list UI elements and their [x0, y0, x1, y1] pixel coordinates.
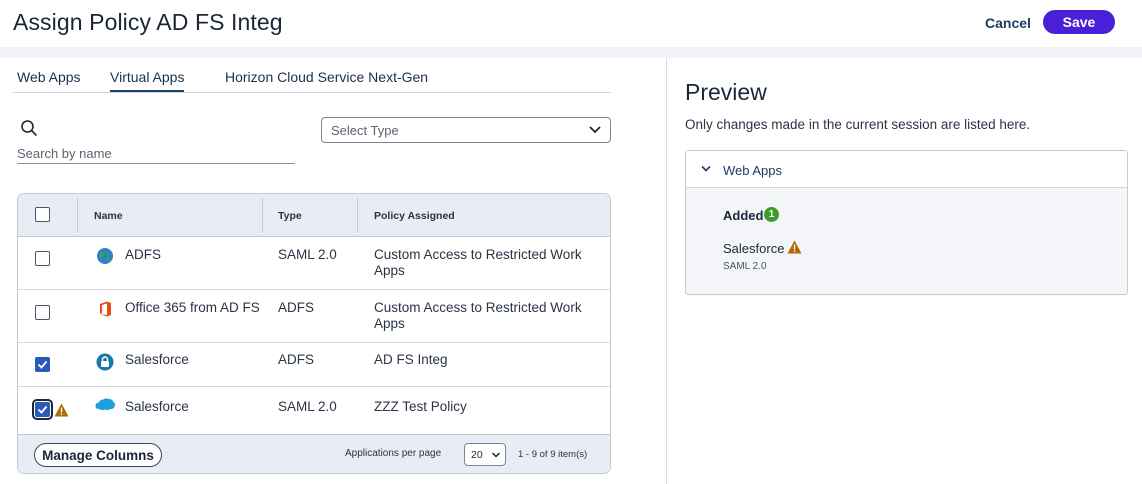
- tab-virtual-apps[interactable]: Virtual Apps: [110, 69, 185, 92]
- chevron-down-icon: [701, 165, 711, 172]
- preview-panel: Preview Only changes made in the current…: [667, 58, 1142, 484]
- app-name: ADFS: [125, 247, 162, 262]
- app-selection-panel: Web Apps Virtual Apps Horizon Cloud Serv…: [0, 58, 666, 484]
- preview-subtitle: Only changes made in the current session…: [685, 117, 1031, 132]
- preview-section-label: Web Apps: [723, 163, 783, 178]
- type-select-placeholder: Select Type: [331, 123, 399, 138]
- manage-columns-button[interactable]: Manage Columns: [34, 443, 162, 467]
- column-header-name[interactable]: Name: [94, 210, 123, 222]
- table-header: Name Type Policy Assigned: [18, 194, 610, 237]
- warning-icon: [54, 403, 69, 417]
- preview-item-type: SAML 2.0: [723, 261, 767, 272]
- table-row[interactable]: ADFS SAML 2.0 Custom Access to Restricte…: [18, 237, 610, 290]
- policy-assigned: ZZZ Test Policy: [374, 399, 467, 414]
- policy-assigned: Custom Access to Restricted Work Apps: [374, 247, 582, 278]
- warning-icon: [787, 240, 802, 254]
- app-name: Office 365 from AD FS: [125, 300, 260, 315]
- app-type: ADFS: [278, 300, 315, 315]
- table-footer: Manage Columns Applications per page 20 …: [18, 434, 610, 473]
- row-checkbox[interactable]: [35, 251, 50, 266]
- search-icon: [21, 120, 37, 136]
- globe-icon: [97, 248, 113, 264]
- pagination-status: 1 - 9 of 9 item(s): [518, 449, 588, 460]
- app-type: ADFS: [278, 352, 315, 367]
- added-label: Added: [723, 208, 764, 223]
- policy-assigned: Custom Access to Restricted Work Apps: [374, 300, 582, 331]
- per-page-select[interactable]: 20: [464, 443, 506, 466]
- column-header-type[interactable]: Type: [278, 210, 302, 222]
- search-input[interactable]: [17, 140, 295, 164]
- office-365-icon: [100, 301, 111, 317]
- applications-table: Name Type Policy Assigned ADFS SAML 2.0 …: [17, 193, 611, 474]
- table-row[interactable]: Office 365 from AD FS ADFS Custom Access…: [18, 290, 610, 343]
- chevron-down-icon: [491, 452, 501, 458]
- row-checkbox[interactable]: [32, 399, 53, 420]
- row-checkbox[interactable]: [35, 305, 50, 320]
- page-title: Assign Policy AD FS Integ: [13, 9, 283, 35]
- table-row[interactable]: Salesforce ADFS AD FS Integ: [18, 343, 610, 387]
- type-select[interactable]: Select Type: [321, 117, 611, 143]
- cancel-button[interactable]: Cancel: [978, 12, 1038, 34]
- app-type: SAML 2.0: [278, 399, 337, 414]
- page-header: Assign Policy AD FS Integ Cancel Save: [0, 0, 1142, 47]
- lock-badge-icon: [96, 353, 114, 371]
- tab-web-apps[interactable]: Web Apps: [17, 69, 81, 85]
- per-page-label: Applications per page: [345, 448, 442, 459]
- added-count-badge: 1: [764, 207, 779, 222]
- per-page-value: 20: [471, 449, 483, 461]
- column-header-policy[interactable]: Policy Assigned: [374, 210, 455, 222]
- preview-title: Preview: [685, 79, 767, 105]
- app-name: Salesforce: [125, 352, 189, 367]
- header-separator: [0, 47, 1142, 58]
- row-checkbox[interactable]: [35, 357, 50, 372]
- preview-item-name: Salesforce: [723, 241, 785, 256]
- table-row[interactable]: Salesforce SAML 2.0 ZZZ Test Policy: [18, 387, 610, 434]
- select-all-checkbox[interactable]: [35, 207, 50, 222]
- preview-section-toggle[interactable]: Web Apps: [686, 151, 1127, 188]
- app-type-tabs: Web Apps Virtual Apps Horizon Cloud Serv…: [12, 66, 611, 93]
- save-button[interactable]: Save: [1043, 10, 1115, 34]
- chevron-down-icon: [589, 126, 601, 134]
- app-name: Salesforce: [125, 399, 189, 414]
- app-type: SAML 2.0: [278, 247, 337, 262]
- salesforce-cloud-icon: [95, 398, 116, 411]
- policy-assigned: AD FS Integ: [374, 352, 448, 367]
- tab-horizon-cloud[interactable]: Horizon Cloud Service Next-Gen: [225, 69, 428, 85]
- preview-section: Web Apps Added 1 Salesforce SAML 2.0: [685, 150, 1128, 295]
